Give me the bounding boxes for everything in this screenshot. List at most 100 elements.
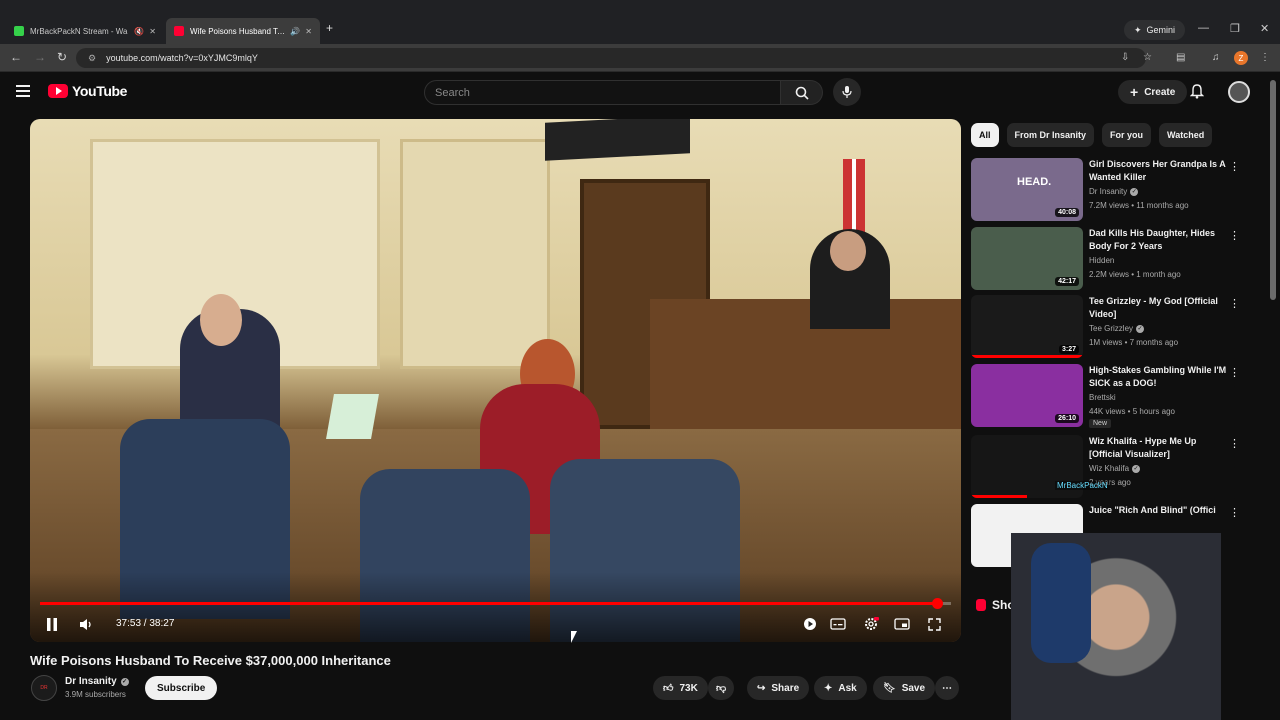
browser-tab-stream[interactable]: MrBackPackN Stream - Wa 🔇 ✕ bbox=[6, 18, 164, 44]
settings-gear-icon bbox=[865, 617, 879, 630]
chip-for-you[interactable]: For you bbox=[1102, 123, 1152, 147]
video-thumbnail[interactable]: HEAD. 40:08 bbox=[971, 158, 1083, 221]
video-thumbnail[interactable]: 3:27 bbox=[971, 295, 1083, 358]
restore-icon[interactable]: ❐ bbox=[1230, 22, 1240, 35]
tab-title: MrBackPackN Stream - Wa bbox=[30, 26, 128, 36]
more-vertical-icon[interactable]: ⋮ bbox=[1229, 437, 1240, 450]
thumbs-up-icon: 👍︎ bbox=[663, 683, 674, 694]
search-button[interactable] bbox=[781, 80, 823, 105]
reload-icon[interactable]: ↻ bbox=[57, 50, 67, 64]
site-info-icon[interactable]: ⚙ bbox=[88, 53, 96, 64]
search-box[interactable] bbox=[424, 80, 781, 105]
guide-menu-icon[interactable] bbox=[16, 85, 30, 97]
browser-menu-icon[interactable]: ⋮ bbox=[1260, 52, 1270, 63]
share-button[interactable]: ↪ Share bbox=[747, 676, 810, 700]
duration-badge: 3:27 bbox=[1058, 345, 1079, 354]
more-horizontal-icon: ⋯ bbox=[942, 682, 952, 694]
progress-bar[interactable] bbox=[40, 598, 951, 609]
browser-tab-video[interactable]: Wife Poisons Husband To R 🔊 ✕ bbox=[166, 18, 320, 44]
channel-name-link[interactable]: Dr Insanity ✓ bbox=[65, 676, 129, 687]
tab-title: Wife Poisons Husband To R bbox=[190, 26, 286, 36]
fullscreen-button[interactable] bbox=[924, 614, 944, 634]
install-icon[interactable]: ⇩ bbox=[1121, 52, 1129, 63]
more-vertical-icon[interactable]: ⋮ bbox=[1229, 229, 1240, 242]
youtube-masthead: YouTube + Create bbox=[0, 72, 1280, 112]
search-icon bbox=[795, 86, 809, 100]
settings-button[interactable] bbox=[861, 614, 881, 634]
recommendation-item[interactable]: 3:27 Tee Grizzley - My God [Official Vide… bbox=[971, 295, 1251, 359]
streamer-webcam-overlay bbox=[1011, 533, 1221, 720]
recommendation-channel[interactable]: Wiz Khalifa ✓ bbox=[1089, 464, 1141, 473]
search-input[interactable] bbox=[435, 86, 780, 99]
recommendation-meta: 44K views • 5 hours ago bbox=[1089, 407, 1175, 416]
voice-search-button[interactable] bbox=[833, 78, 861, 106]
more-actions-button[interactable]: ⋯ bbox=[935, 676, 959, 700]
close-tab-icon[interactable]: ✕ bbox=[305, 27, 312, 36]
new-tab-icon[interactable]: + bbox=[326, 21, 333, 35]
recommendation-channel[interactable]: Dr Insanity ✓ bbox=[1089, 187, 1139, 196]
share-label: Share bbox=[771, 682, 800, 694]
bookmark-star-icon[interactable]: ☆ bbox=[1143, 52, 1152, 63]
channel-avatar[interactable]: DR bbox=[31, 675, 57, 701]
captions-icon bbox=[830, 618, 846, 630]
ask-button[interactable]: ✦ Ask bbox=[814, 676, 867, 700]
create-button[interactable]: + Create bbox=[1118, 80, 1188, 104]
more-vertical-icon[interactable]: ⋮ bbox=[1229, 160, 1240, 173]
like-button[interactable]: 👍︎ 73K bbox=[653, 676, 708, 700]
url-text: youtube.com/watch?v=0xYJMC9mlqY bbox=[106, 53, 258, 63]
miniplayer-button[interactable] bbox=[892, 614, 912, 634]
media-control-icon[interactable]: ♫ bbox=[1212, 52, 1220, 63]
recommendation-channel[interactable]: Brettski bbox=[1089, 393, 1116, 402]
notifications-button[interactable] bbox=[1189, 83, 1205, 104]
reading-list-icon[interactable]: ▤ bbox=[1176, 52, 1185, 63]
volume-button[interactable] bbox=[76, 614, 96, 634]
more-vertical-icon[interactable]: ⋮ bbox=[1229, 506, 1240, 519]
duration-badge: 42:17 bbox=[1055, 277, 1079, 286]
audio-playing-icon[interactable]: 🔊 bbox=[290, 27, 300, 36]
video-player[interactable]: 37:53 / 38:27 bbox=[30, 119, 961, 642]
create-label: Create bbox=[1144, 86, 1176, 98]
recommendation-title[interactable]: Dad Kills His Daughter, Hides Body For 2… bbox=[1089, 227, 1229, 253]
new-badge: New bbox=[1089, 419, 1112, 428]
gemini-button[interactable]: ✦ Gemini bbox=[1124, 20, 1186, 40]
browser-profile-avatar[interactable]: Z bbox=[1234, 51, 1248, 65]
save-button[interactable]: 🔖︎ Save bbox=[873, 676, 936, 700]
forward-icon[interactable]: → bbox=[34, 50, 46, 64]
more-vertical-icon[interactable]: ⋮ bbox=[1229, 297, 1240, 310]
chip-all[interactable]: All bbox=[971, 123, 999, 147]
back-icon[interactable]: ← bbox=[10, 50, 22, 64]
recommendation-title[interactable]: Girl Discovers Her Grandpa Is A Wanted K… bbox=[1089, 158, 1229, 184]
autoplay-toggle[interactable] bbox=[800, 614, 820, 634]
recommendation-title[interactable]: Tee Grizzley - My God [Official Video] bbox=[1089, 295, 1229, 321]
recommendation-title[interactable]: High-Stakes Gambling While I'M SICK as a… bbox=[1089, 364, 1229, 390]
minimize-icon[interactable]: — bbox=[1198, 22, 1209, 34]
youtube-logo[interactable]: YouTube bbox=[48, 83, 127, 99]
ask-label: Ask bbox=[838, 682, 857, 694]
muted-icon[interactable]: 🔇 bbox=[134, 27, 144, 36]
subscribe-button[interactable]: Subscribe bbox=[145, 676, 218, 700]
pause-button[interactable] bbox=[42, 614, 62, 634]
video-thumbnail[interactable]: 42:17 bbox=[971, 227, 1083, 290]
dislike-button[interactable]: 👎︎ bbox=[708, 676, 735, 700]
recommendation-title[interactable]: Wiz Khalifa - Hype Me Up [Official Visua… bbox=[1089, 435, 1229, 461]
recommendation-item[interactable]: 42:17 Dad Kills His Daughter, Hides Body … bbox=[971, 227, 1251, 291]
recommendation-item[interactable]: Wiz Khalifa - Hype Me Up [Official Visua… bbox=[971, 435, 1251, 499]
recommendation-item[interactable]: HEAD. 40:08 Girl Discovers Her Grandpa Is … bbox=[971, 158, 1251, 222]
chip-from-channel[interactable]: From Dr Insanity bbox=[1006, 123, 1095, 147]
recommendation-title[interactable]: Juice "Rich And Blind" (Offici bbox=[1089, 504, 1229, 517]
captions-button[interactable] bbox=[828, 614, 848, 634]
chip-watched[interactable]: Watched bbox=[1159, 123, 1213, 147]
close-window-icon[interactable]: ✕ bbox=[1260, 22, 1269, 35]
more-vertical-icon[interactable]: ⋮ bbox=[1229, 366, 1240, 379]
account-avatar[interactable] bbox=[1228, 81, 1250, 103]
video-title: Wife Poisons Husband To Receive $37,000,… bbox=[30, 653, 391, 668]
page-scrollbar[interactable] bbox=[1270, 80, 1276, 300]
recommendation-channel[interactable]: Hidden bbox=[1089, 256, 1114, 265]
controls-gradient bbox=[30, 572, 961, 642]
close-tab-icon[interactable]: ✕ bbox=[149, 27, 156, 36]
gemini-label: Gemini bbox=[1146, 25, 1176, 35]
video-thumbnail[interactable]: 26:10 bbox=[971, 364, 1083, 427]
address-bar[interactable]: ⚙ youtube.com/watch?v=0xYJMC9mlqY bbox=[76, 48, 1146, 68]
recommendation-channel[interactable]: Tee Grizzley ✓ bbox=[1089, 324, 1145, 333]
recommendation-item[interactable]: 26:10 High-Stakes Gambling While I'M SICK… bbox=[971, 364, 1251, 428]
